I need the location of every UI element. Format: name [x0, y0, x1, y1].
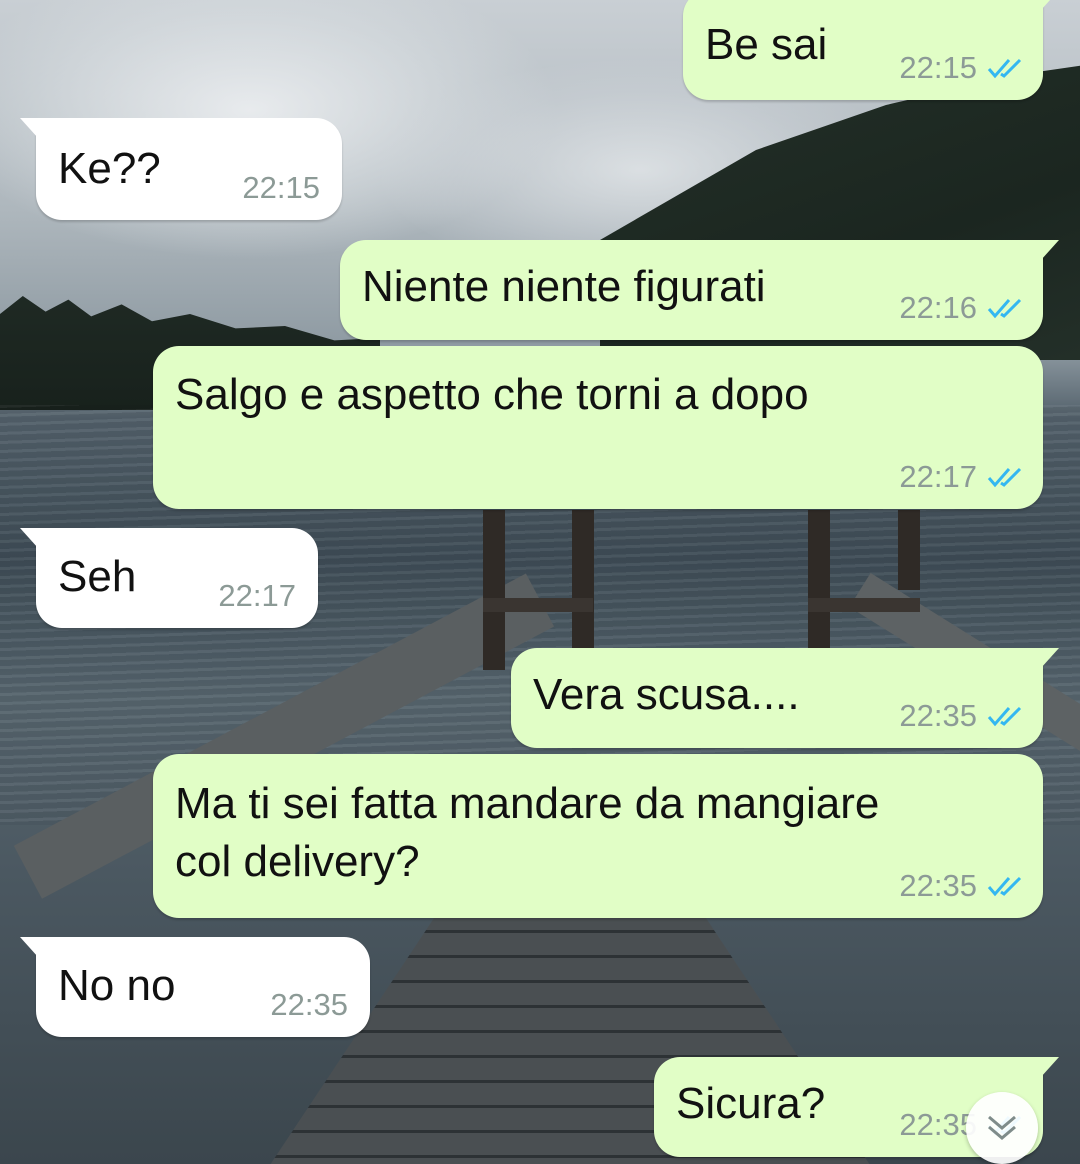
message-time: 22:17 [899, 459, 977, 494]
wallpaper-beam [808, 598, 920, 612]
message-meta: 22:35 [899, 868, 1023, 904]
message-text: No no [58, 961, 176, 1010]
message-time: 22:35 [899, 698, 977, 733]
message-bubble-outgoing[interactable]: Be sai 22:15 [683, 0, 1059, 100]
message-time: 22:17 [218, 578, 296, 613]
message-meta: 22:35 [899, 698, 1023, 734]
message-bubble-incoming[interactable]: Seh 22:17 [20, 528, 318, 628]
message-text: Be sai [705, 20, 828, 69]
message-bubble-incoming[interactable]: No no 22:35 [20, 937, 370, 1037]
message-bubble-outgoing[interactable]: Vera scusa.... 22:35 [511, 648, 1059, 748]
message-meta: 22:35 [270, 987, 348, 1023]
message-bubble-outgoing[interactable]: Niente niente figurati 22:16 [340, 240, 1059, 340]
message-text: Salgo e aspetto che torni a dopo [175, 370, 809, 419]
message-bubble-outgoing[interactable]: Salgo e aspetto che torni a dopo 22:17 [153, 346, 1043, 509]
message-meta: 22:15 [899, 50, 1023, 86]
message-time: 22:15 [899, 50, 977, 85]
wallpaper-beam [483, 598, 593, 612]
wallpaper-post [572, 510, 594, 650]
double-chevron-down-icon [988, 1115, 1016, 1140]
wallpaper-post [483, 510, 505, 670]
message-text: Ke?? [58, 144, 161, 193]
message-meta: 22:17 [899, 459, 1023, 495]
message-meta: 22:17 [218, 578, 296, 614]
message-meta: 22:15 [242, 170, 320, 206]
message-bubble-incoming[interactable]: Ke?? 22:15 [20, 118, 342, 220]
message-text: Sicura? [676, 1079, 826, 1128]
message-time: 22:16 [899, 290, 977, 325]
message-text: Vera scusa.... [533, 670, 800, 719]
message-time: 22:35 [270, 987, 348, 1022]
message-text: Seh [58, 552, 137, 601]
message-bubble-outgoing[interactable]: Ma ti sei fatta mandare da mangiare col … [153, 754, 1043, 918]
scroll-to-bottom-button[interactable] [966, 1092, 1038, 1164]
wallpaper-post [808, 510, 830, 650]
message-text: Ma ti sei fatta mandare da mangiare col … [175, 779, 880, 886]
chat-window[interactable]: Be sai 22:15 Ke?? 22:15 Niente niente fi… [0, 0, 1080, 1164]
double-check-icon [987, 876, 1022, 897]
message-text: Niente niente figurati [362, 262, 766, 311]
double-check-icon [987, 706, 1022, 727]
message-time: 22:35 [899, 868, 977, 903]
double-check-icon [987, 58, 1022, 79]
message-time: 22:15 [242, 170, 320, 205]
double-check-icon [987, 467, 1022, 488]
double-check-icon [987, 298, 1022, 319]
wallpaper-post [898, 510, 920, 590]
message-meta: 22:16 [899, 290, 1023, 326]
